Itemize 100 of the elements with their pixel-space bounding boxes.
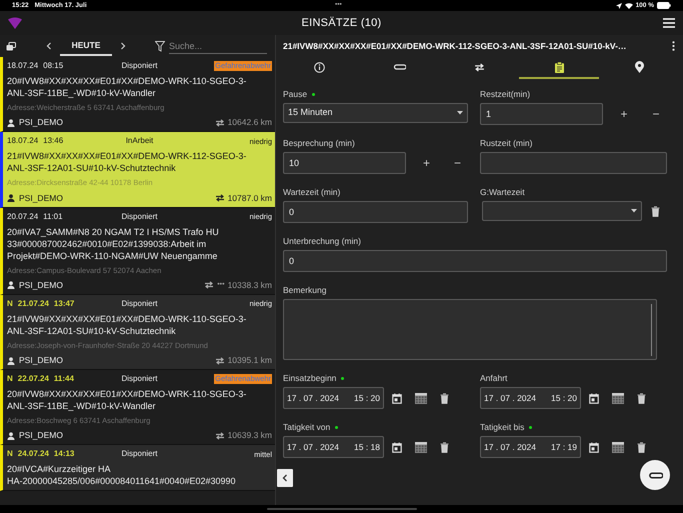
number-field[interactable]: 10 [283, 152, 406, 174]
pause-dropdown[interactable]: 15 Minuten [283, 103, 468, 123]
user-name: PSI_DEMO [19, 116, 63, 130]
order-status: Disponiert [121, 298, 158, 310]
user-name: PSI_DEMO [19, 278, 63, 292]
order-status: Disponiert [121, 373, 158, 385]
order-title: 21#IVW8#XX#XX#XX#E01#XX#DEMO-WRK-112-SGEO-3-ANL-3SF-12A01-SU#10-kV-… [283, 40, 626, 52]
decrement-button[interactable]: − [645, 105, 667, 123]
datetime-field[interactable]: 17 . 07 . 2024 15 : 20 [480, 387, 581, 409]
order-date: 21.07.24 [18, 298, 49, 310]
field-label: Pause [283, 88, 308, 100]
dropdown-caret-icon[interactable] [457, 111, 463, 115]
field-label: Bemerkung [283, 284, 326, 296]
field-label: Unterbrechung (min) [283, 234, 361, 248]
field-label: Rustzeit (min) [480, 136, 532, 150]
order-date: 20.07.24 [7, 210, 38, 222]
increment-button[interactable]: + [613, 105, 635, 123]
order-distance: 10395.1 km [228, 354, 272, 367]
order-title-line: 20#IVW8#XX#XX#XX#E01#XX#DEMO-WRK-110-SGEO-3- [7, 75, 248, 87]
trash-icon[interactable] [440, 392, 449, 404]
page-title: EINSÄTZE (10) [302, 16, 382, 31]
trash-icon[interactable] [637, 442, 646, 452]
chevron-right-icon[interactable] [120, 42, 126, 50]
app-logo-icon [8, 17, 22, 29]
new-marker-label: N [7, 298, 13, 310]
order-date: 22.07.24 [18, 373, 49, 385]
order-title-line: ANL-3SF-11BE_-WD#10-kV-Wandler [7, 87, 157, 99]
copy-icon[interactable] [6, 42, 16, 50]
order-status: InArbeit [126, 135, 154, 148]
order-card[interactable] [0, 208, 275, 295]
search-field[interactable]: Suche... [169, 38, 267, 54]
datetime-field[interactable]: 17 . 07 . 2024 15 : 18 [283, 436, 384, 458]
swap-arrows-icon [214, 356, 225, 364]
order-date: 18.07.24 [7, 60, 38, 72]
text-field[interactable]: 0 [283, 201, 468, 223]
order-time: 11:44 [54, 373, 74, 385]
text-field[interactable] [480, 152, 667, 174]
swap-arrows-icon [214, 432, 225, 440]
order-distance: 10787.0 km [228, 192, 272, 204]
trash-icon[interactable] [651, 206, 660, 216]
user-name: PSI_DEMO [19, 429, 63, 442]
wifi-icon [624, 2, 633, 8]
order-title-line: Projekt#DEMO-WRK-110-NGAM#UW Neuengamme [7, 250, 218, 262]
field-label: Tatigkeit von [283, 420, 330, 434]
field-label: Besprechung (min) [283, 136, 355, 150]
field-label: Einsatzbeginn [283, 372, 336, 384]
order-title-line: ANL-3SF-12A01-SU#10-kV-Schutztechnik [7, 162, 177, 174]
calendar-icon[interactable] [392, 392, 402, 404]
field-label: Anfahrt [480, 372, 508, 384]
trash-icon[interactable] [440, 442, 449, 452]
order-title-line: 20#IVCA#Kurzzeitiger HA [7, 463, 112, 476]
swap-arrows-icon [214, 118, 225, 127]
dropdown-caret-icon[interactable] [631, 209, 637, 213]
order-title-line: 21#IVW9#XX#XX#XX#E01#XX#DEMO-WRK-110-SGEO-3- [7, 312, 248, 325]
dropdown-field[interactable] [482, 201, 642, 221]
map-pin-icon [634, 61, 644, 73]
person-icon [7, 356, 15, 364]
swap-arrows-icon [204, 281, 214, 290]
datetime-field[interactable]: 17 . 07 . 2024 17 : 19 [480, 436, 581, 458]
calendar-grid-icon[interactable] [612, 392, 624, 404]
trash-icon[interactable] [637, 392, 646, 404]
chevron-left-icon[interactable] [46, 42, 52, 50]
new-marker-label: N [7, 448, 13, 460]
decrement-button[interactable]: − [447, 154, 468, 172]
order-time: 11:01 [43, 210, 63, 222]
order-title-line: 20#IVW8#XX#XX#XX#E01#XX#DEMO-WRK-110-SGEO-3- [7, 388, 248, 400]
user-name: PSI_DEMO [19, 354, 63, 367]
field-label: Restzeit(min) [480, 88, 530, 100]
increment-button[interactable]: + [416, 154, 437, 172]
text-field[interactable]: 0 [283, 250, 667, 272]
calendar-icon[interactable] [392, 442, 402, 452]
menu-icon[interactable] [663, 18, 675, 28]
filter-icon[interactable] [155, 40, 165, 52]
order-time: 14:13 [54, 448, 74, 460]
datetime-field[interactable]: 17 . 07 . 2024 15 : 20 [283, 387, 384, 409]
field-label: Tatigkeit bis [480, 420, 524, 434]
person-icon [7, 118, 15, 127]
order-time: 08:15 [43, 60, 64, 72]
more-vertical-icon[interactable] [672, 41, 675, 51]
collapse-button[interactable] [277, 469, 293, 487]
battery-icon [657, 2, 671, 9]
order-distance: 10639.3 km [228, 429, 272, 442]
order-title-line: 20#IVA7_SAMM#N8 20 NGAM T2 I HS/MS Trafo HU [7, 226, 220, 238]
swap-arrows-icon [214, 194, 225, 202]
calendar-grid-icon[interactable] [415, 442, 427, 452]
order-distance: 10642.6 km [228, 116, 272, 130]
calendar-icon[interactable] [589, 442, 599, 452]
calendar-icon[interactable] [589, 392, 599, 404]
person-icon [7, 194, 15, 202]
clipboard-icon [554, 62, 564, 72]
number-field[interactable]: 1 [480, 103, 603, 125]
person-icon [7, 281, 15, 290]
calendar-grid-icon[interactable] [415, 392, 427, 404]
remark-field[interactable] [283, 299, 657, 360]
swap-arrows-icon [474, 62, 485, 72]
attach-button[interactable] [640, 460, 670, 490]
info-icon [314, 62, 326, 72]
calendar-grid-icon[interactable] [612, 442, 624, 452]
order-status: Disponiert [121, 60, 158, 72]
order-date: 18.07.24 [7, 135, 38, 148]
